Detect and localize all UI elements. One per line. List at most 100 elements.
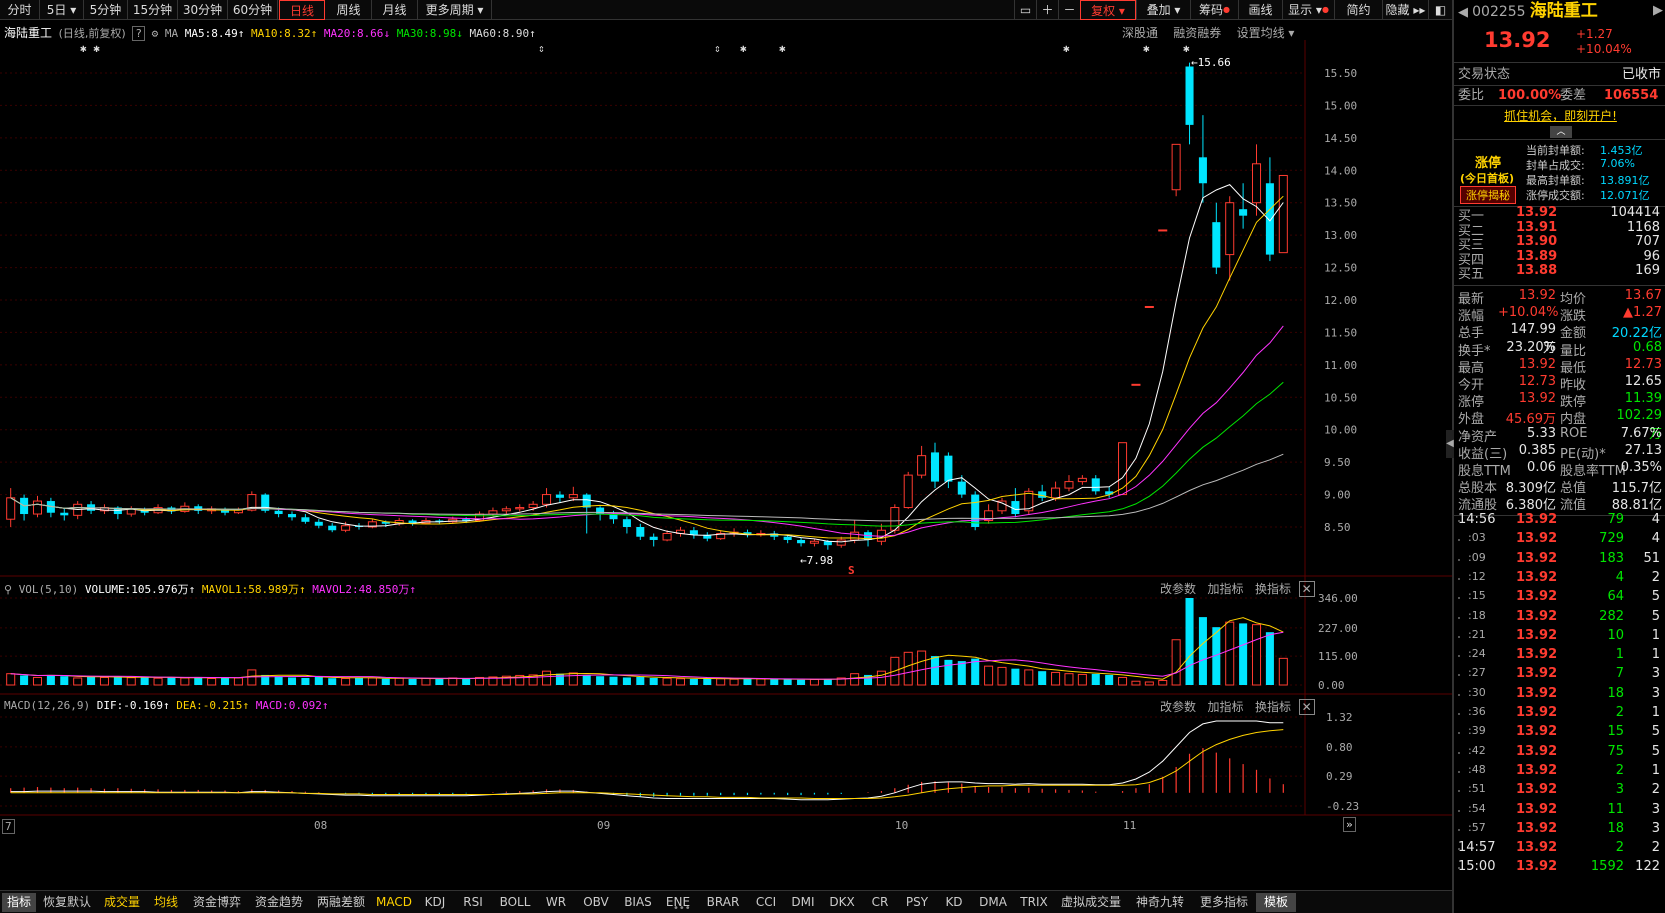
- period-5min[interactable]: 5分钟: [84, 0, 128, 20]
- margin-trading-link[interactable]: 融资融券: [1173, 26, 1221, 40]
- period-60min[interactable]: 60分钟: [228, 0, 278, 20]
- vol-add-indicator-link[interactable]: 加指标: [1207, 582, 1243, 596]
- period-daily[interactable]: 日线: [279, 0, 325, 20]
- volume-settings-icon[interactable]: ⚲: [4, 583, 12, 596]
- chart-mode-label: (日线,前复权): [58, 27, 126, 40]
- chips-button[interactable]: 筹码●: [1190, 0, 1238, 20]
- tab-25[interactable]: 神奇九转: [1128, 893, 1192, 912]
- candle-body-down: [649, 536, 658, 540]
- macd-edit-params-link[interactable]: 改参数: [1160, 700, 1196, 714]
- event-star-icon[interactable]: ✱: [779, 42, 786, 55]
- period-monthly[interactable]: 月线: [372, 0, 418, 20]
- tab-5[interactable]: 资金趋势: [248, 893, 310, 912]
- panel-toggle-arrow-icon[interactable]: ◀: [1446, 430, 1454, 458]
- event-marker-icon[interactable]: ⇕: [714, 42, 721, 55]
- tick-time: :57: [1468, 820, 1486, 834]
- event-marker-icon[interactable]: ⇕: [538, 42, 545, 55]
- macd-switch-indicator-link[interactable]: 换指标: [1255, 700, 1291, 714]
- tab-22[interactable]: DMA: [972, 893, 1014, 912]
- vol-switch-indicator-link[interactable]: 换指标: [1255, 582, 1291, 596]
- period-5day[interactable]: 5日 ▾: [40, 0, 84, 20]
- collapse-up-icon[interactable]: ︿: [1550, 126, 1572, 138]
- scroll-right-icon[interactable]: »: [1343, 817, 1356, 832]
- tab-0[interactable]: 指标: [2, 893, 36, 912]
- tick-row-dot-icon: [1458, 732, 1460, 735]
- simple-button[interactable]: 简约: [1334, 0, 1382, 20]
- tab-11[interactable]: WR: [538, 893, 574, 912]
- close-icon[interactable]: ✕: [1298, 581, 1315, 597]
- prev-stock-icon[interactable]: ◀: [1458, 5, 1468, 20]
- zoom-out-icon[interactable]: －: [1058, 0, 1080, 20]
- tab-4[interactable]: 资金博弈: [186, 893, 248, 912]
- period-more[interactable]: 更多周期 ▾: [418, 0, 492, 20]
- tab-3[interactable]: 均线: [146, 893, 186, 912]
- webi-value: 100.00%: [1498, 88, 1562, 103]
- hk-connect-link[interactable]: 深股通: [1122, 26, 1158, 40]
- volume-bar-down: [287, 677, 297, 685]
- settings-gear-icon[interactable]: ⚙: [152, 27, 159, 40]
- close-icon[interactable]: ✕: [1298, 699, 1315, 715]
- tab-20[interactable]: PSY: [898, 893, 936, 912]
- event-star-icon[interactable]: ✱: [1143, 42, 1150, 55]
- tab-16[interactable]: CCI: [748, 893, 784, 912]
- stat-value: 20.22亿: [1611, 326, 1662, 342]
- ma-settings-link[interactable]: 设置均线: [1237, 26, 1285, 40]
- signal-marker[interactable]: S: [848, 564, 855, 577]
- tab-2[interactable]: 成交量: [98, 893, 146, 912]
- tab-18[interactable]: DKX: [822, 893, 862, 912]
- kline-chart-area[interactable]: 15.50 15.00 14.50 14.00 13.50 13.00 12.50 12.00…: [0, 20, 1452, 890]
- period-weekly[interactable]: 周线: [326, 0, 372, 20]
- candle-body-down: [622, 519, 631, 527]
- open-account-promo-link[interactable]: 抓住机会，即刻开户!: [1454, 107, 1665, 125]
- zoom-in-icon[interactable]: ＋: [1036, 0, 1058, 20]
- tab-8[interactable]: KDJ: [416, 893, 454, 912]
- tab-13[interactable]: BIAS: [618, 893, 658, 912]
- overlay-button[interactable]: 叠加 ▾: [1136, 0, 1190, 20]
- help-icon[interactable]: ?: [132, 26, 145, 41]
- macd-add-indicator-link[interactable]: 加指标: [1207, 700, 1243, 714]
- stat-value: 12.73: [1518, 374, 1556, 389]
- collapse-icon[interactable]: ◧: [1428, 0, 1452, 20]
- window-icon[interactable]: ▭: [1014, 0, 1036, 20]
- tab-10[interactable]: BOLL: [492, 893, 538, 912]
- tab-27[interactable]: 模板: [1256, 893, 1296, 912]
- tab-15[interactable]: BRAR: [698, 893, 748, 912]
- next-stock-icon[interactable]: ▶: [1653, 2, 1663, 20]
- adjust-button[interactable]: 复权 ▾: [1080, 0, 1136, 20]
- draw-button[interactable]: 画线: [1238, 0, 1282, 20]
- ma10-value: MA10:8.32: [250, 27, 311, 40]
- period-intraday[interactable]: 分时: [0, 0, 40, 20]
- tab-7[interactable]: MACD: [372, 893, 416, 912]
- period-30min[interactable]: 30分钟: [178, 0, 228, 20]
- tab-23[interactable]: TRIX: [1014, 893, 1054, 912]
- display-button[interactable]: 显示 ▾●: [1282, 0, 1334, 20]
- price-axis-label: 13.00: [1324, 229, 1357, 242]
- event-star-icon[interactable]: ✱ ✱: [80, 42, 100, 55]
- volume-bar-up: [1064, 673, 1074, 686]
- tab-6[interactable]: 两融差额: [310, 893, 372, 912]
- tab-12[interactable]: OBV: [574, 893, 618, 912]
- period-15min[interactable]: 15分钟: [128, 0, 178, 20]
- candles-group: [6, 62, 1288, 550]
- tab-26[interactable]: 更多指标: [1192, 893, 1256, 912]
- wecha-label: 委差: [1560, 88, 1587, 103]
- dropdown-arrow-icon: ▾: [1115, 4, 1125, 18]
- tab-9[interactable]: RSI: [454, 893, 492, 912]
- event-star-icon[interactable]: ✱: [740, 42, 747, 55]
- limit-up-detail-button[interactable]: 涨停揭秘: [1460, 186, 1516, 204]
- vol-edit-params-link[interactable]: 改参数: [1160, 582, 1196, 596]
- event-star-icon[interactable]: ✱: [1183, 42, 1190, 55]
- volume-bar-up: [876, 670, 886, 686]
- tab-17[interactable]: DMI: [784, 893, 822, 912]
- more-dots-icon[interactable]: •••: [673, 903, 691, 913]
- tab-21[interactable]: KD: [936, 893, 972, 912]
- tick-price: 13.92: [1516, 705, 1558, 720]
- stat-label: 外盘: [1458, 412, 1485, 428]
- hide-button[interactable]: 隐藏 ▸▸: [1382, 0, 1428, 20]
- tab-19[interactable]: CR: [862, 893, 898, 912]
- event-star-icon[interactable]: ✱: [1063, 42, 1070, 55]
- tick-time: :12: [1468, 569, 1486, 583]
- tab-1[interactable]: 恢复默认: [36, 893, 98, 912]
- candle-body-up: [488, 510, 498, 515]
- tab-24[interactable]: 虚拟成交量: [1054, 893, 1128, 912]
